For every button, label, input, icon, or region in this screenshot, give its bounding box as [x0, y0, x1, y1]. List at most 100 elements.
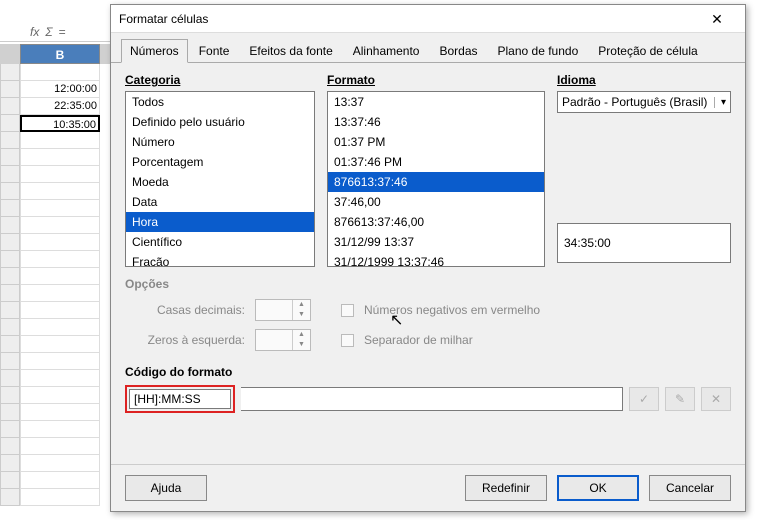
decimals-stepper[interactable]: ▲▼ — [255, 299, 311, 321]
category-item[interactable]: Número — [126, 132, 314, 152]
reset-button[interactable]: Redefinir — [465, 475, 547, 501]
cell[interactable] — [20, 302, 100, 319]
format-item[interactable]: 31/12/1999 13:37:46 — [328, 252, 544, 267]
category-listbox[interactable]: TodosDefinido pelo usuárioNúmeroPorcenta… — [125, 91, 315, 267]
row-headers — [0, 64, 20, 506]
category-item[interactable]: Moeda — [126, 172, 314, 192]
close-button[interactable]: ✕ — [697, 7, 737, 31]
tab-borders[interactable]: Bordas — [430, 39, 486, 62]
cell[interactable] — [20, 234, 100, 251]
cell[interactable] — [20, 200, 100, 217]
cell[interactable] — [20, 149, 100, 166]
format-item[interactable]: 01:37:46 PM — [328, 152, 544, 172]
cell[interactable]: 22:35:00 — [20, 98, 100, 115]
row-header[interactable] — [0, 251, 20, 268]
row-header[interactable] — [0, 200, 20, 217]
equals-icon[interactable]: = — [59, 25, 66, 39]
cell[interactable] — [20, 336, 100, 353]
cell[interactable] — [20, 132, 100, 149]
row-header[interactable] — [0, 115, 20, 132]
row-header[interactable] — [0, 285, 20, 302]
cell[interactable] — [20, 268, 100, 285]
row-header[interactable] — [0, 132, 20, 149]
category-item[interactable]: Hora — [126, 212, 314, 232]
edit-format-button[interactable]: ✎ — [665, 387, 695, 411]
language-select[interactable]: Padrão - Português (Brasil) ▾ — [557, 91, 731, 113]
ok-button[interactable]: OK — [557, 475, 639, 501]
row-header[interactable] — [0, 183, 20, 200]
row-header[interactable] — [0, 336, 20, 353]
column-header-b[interactable]: B — [20, 44, 100, 64]
row-header[interactable] — [0, 217, 20, 234]
cell[interactable] — [20, 455, 100, 472]
category-item[interactable]: Porcentagem — [126, 152, 314, 172]
tab-alignment[interactable]: Alinhamento — [344, 39, 429, 62]
row-header[interactable] — [0, 421, 20, 438]
tab-font-effects[interactable]: Efeitos da fonte — [240, 39, 341, 62]
category-item[interactable]: Científico — [126, 232, 314, 252]
neg-red-checkbox[interactable] — [341, 304, 354, 317]
category-item[interactable]: Definido pelo usuário — [126, 112, 314, 132]
format-code-input[interactable] — [129, 389, 231, 409]
category-item[interactable]: Fração — [126, 252, 314, 267]
cell[interactable] — [20, 166, 100, 183]
format-item[interactable]: 01:37 PM — [328, 132, 544, 152]
tab-background[interactable]: Plano de fundo — [489, 39, 588, 62]
format-item[interactable]: 31/12/99 13:37 — [328, 232, 544, 252]
sigma-icon[interactable]: Σ — [45, 25, 52, 39]
row-header[interactable] — [0, 353, 20, 370]
thousand-sep-checkbox[interactable] — [341, 334, 354, 347]
cell[interactable] — [20, 251, 100, 268]
row-header[interactable] — [0, 149, 20, 166]
row-header[interactable] — [0, 302, 20, 319]
cancel-button[interactable]: Cancelar — [649, 475, 731, 501]
row-header[interactable] — [0, 404, 20, 421]
cell[interactable] — [20, 217, 100, 234]
row-header[interactable] — [0, 472, 20, 489]
tab-cell-protection[interactable]: Proteção de célula — [589, 39, 706, 62]
row-header[interactable] — [0, 489, 20, 506]
tab-numbers[interactable]: Números — [121, 39, 188, 63]
leading-zeros-stepper[interactable]: ▲▼ — [255, 329, 311, 351]
format-item[interactable]: 876613:37:46,00 — [328, 212, 544, 232]
category-item[interactable]: Todos — [126, 92, 314, 112]
fx-icon[interactable]: fx — [30, 25, 39, 39]
help-button[interactable]: Ajuda — [125, 475, 207, 501]
row-header[interactable] — [0, 455, 20, 472]
format-code-field-extent[interactable] — [241, 387, 623, 411]
row-header[interactable] — [0, 98, 20, 115]
format-item[interactable]: 37:46,00 — [328, 192, 544, 212]
dialog-titlebar[interactable]: Formatar células ✕ — [111, 5, 745, 33]
row-header[interactable] — [0, 370, 20, 387]
delete-format-button[interactable]: ✕ — [701, 387, 731, 411]
cell[interactable] — [20, 404, 100, 421]
format-item[interactable]: 13:37 — [328, 92, 544, 112]
cell[interactable] — [20, 421, 100, 438]
row-header[interactable] — [0, 438, 20, 455]
cell[interactable] — [20, 183, 100, 200]
cell[interactable] — [20, 370, 100, 387]
cell-active[interactable]: 10:35:00 — [20, 115, 100, 132]
row-header[interactable] — [0, 64, 20, 81]
row-header[interactable] — [0, 268, 20, 285]
cell[interactable] — [20, 353, 100, 370]
cell[interactable] — [20, 489, 100, 506]
row-header[interactable] — [0, 319, 20, 336]
row-header[interactable] — [0, 234, 20, 251]
row-header[interactable] — [0, 81, 20, 98]
tab-font[interactable]: Fonte — [190, 39, 239, 62]
cell[interactable] — [20, 472, 100, 489]
apply-format-button[interactable]: ✓ — [629, 387, 659, 411]
category-item[interactable]: Data — [126, 192, 314, 212]
cell[interactable] — [20, 64, 100, 81]
cell[interactable]: 12:00:00 — [20, 81, 100, 98]
row-header[interactable] — [0, 166, 20, 183]
cell[interactable] — [20, 285, 100, 302]
cell[interactable] — [20, 438, 100, 455]
format-item[interactable]: 876613:37:46 — [328, 172, 544, 192]
cell[interactable] — [20, 387, 100, 404]
format-listbox[interactable]: 13:3713:37:4601:37 PM01:37:46 PM876613:3… — [327, 91, 545, 267]
cell[interactable] — [20, 319, 100, 336]
row-header[interactable] — [0, 387, 20, 404]
format-item[interactable]: 13:37:46 — [328, 112, 544, 132]
